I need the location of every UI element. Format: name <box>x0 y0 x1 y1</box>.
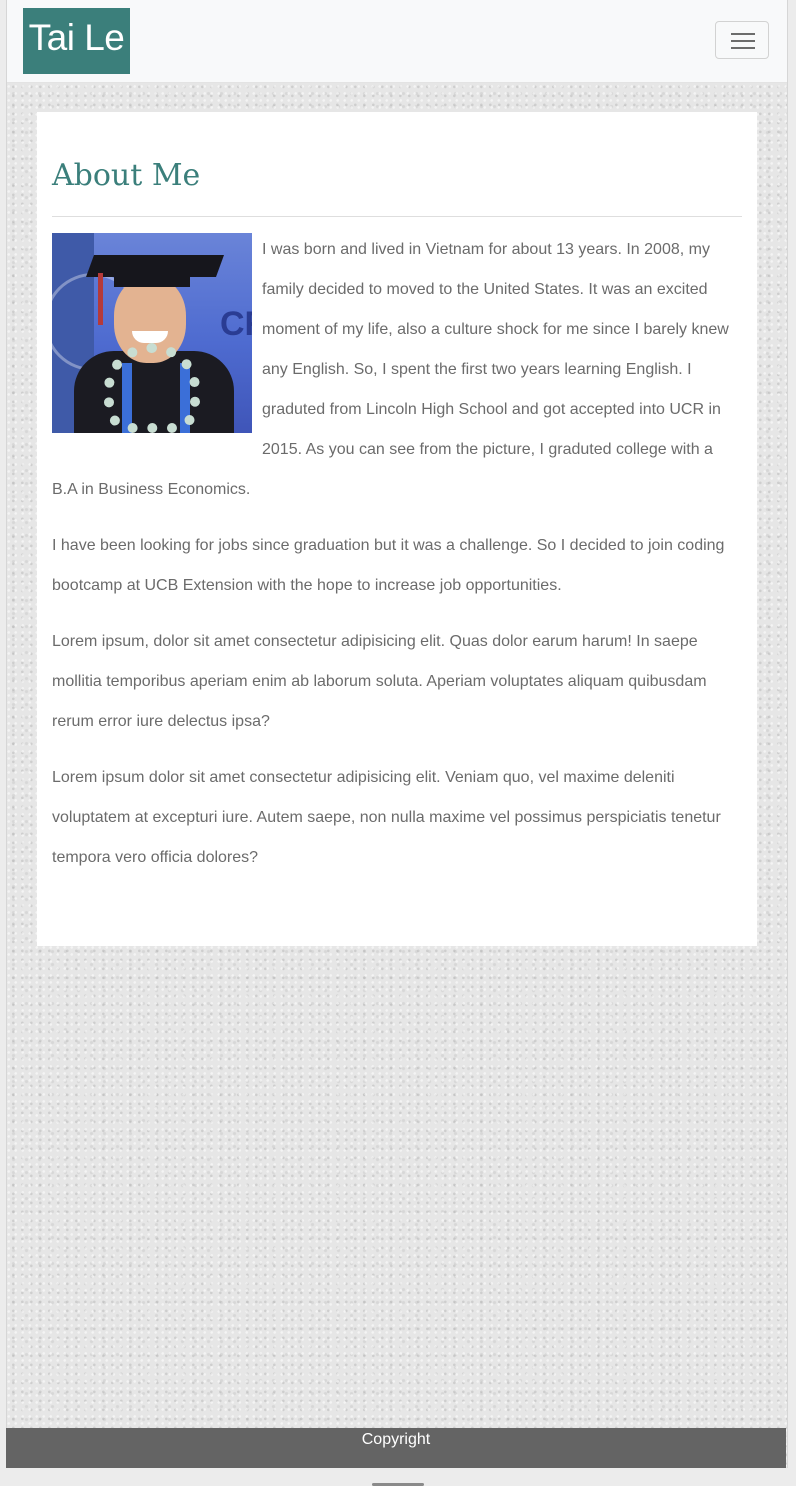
footer: Copyright <box>6 1428 786 1468</box>
about-paragraph-3: Lorem ipsum, dolor sit amet consectetur … <box>52 633 707 730</box>
page-title: About Me <box>52 158 201 193</box>
about-paragraph-2: I have been looking for jobs since gradu… <box>52 537 725 594</box>
about-card: About Me CR I was born and lived in Viet… <box>37 112 757 946</box>
navbar-toggle-button[interactable] <box>715 21 769 59</box>
page-background: Tai Le About Me CR <box>6 0 788 1468</box>
navbar: Tai Le <box>7 0 787 83</box>
copyright-text: Copyright <box>361 1431 431 1448</box>
about-content: CR I was born and lived in Vietnam for a… <box>52 230 742 894</box>
brand-logo[interactable]: Tai Le <box>23 8 130 74</box>
title-divider <box>52 216 742 217</box>
about-paragraph-4: Lorem ipsum dolor sit amet consectetur a… <box>52 769 721 866</box>
profile-photo: CR <box>52 233 252 433</box>
